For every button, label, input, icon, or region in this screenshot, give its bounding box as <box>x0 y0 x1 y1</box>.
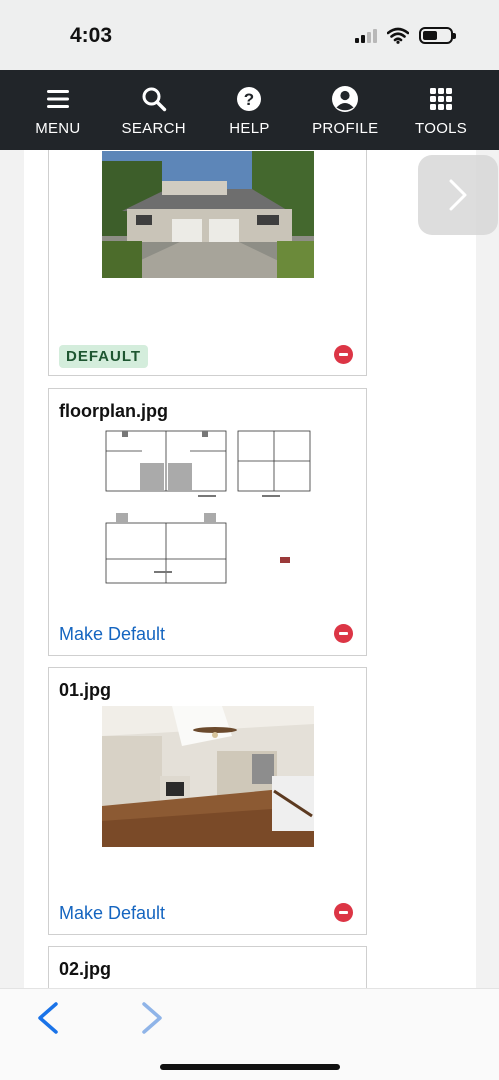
browser-back-button[interactable] <box>34 1001 62 1040</box>
default-badge: DEFAULT <box>59 345 149 368</box>
nav-tools-label: TOOLS <box>415 119 468 137</box>
next-photo-button[interactable] <box>418 155 498 235</box>
photo-list: DEFAULT floorplan.jpg Make Default 01.jp… <box>24 150 476 988</box>
photo-card: 01.jpg Make Default <box>48 667 367 935</box>
wifi-icon <box>387 27 409 44</box>
nav-search-label: SEARCH <box>121 119 186 137</box>
browser-bottom-toolbar <box>0 988 499 1080</box>
remove-photo-button[interactable] <box>334 345 353 364</box>
grid-icon <box>426 84 456 114</box>
photo-filename: 02.jpg <box>59 959 112 979</box>
nav-tools[interactable]: TOOLS <box>396 84 486 137</box>
living-room-photo[interactable] <box>102 706 314 847</box>
chevron-left-icon <box>38 1002 58 1034</box>
photo-filename: floorplan.jpg <box>59 401 168 421</box>
top-navbar: MENU SEARCH ? HELP PROFILE TOOLS <box>0 70 499 150</box>
remove-photo-button[interactable] <box>334 903 353 922</box>
status-icons <box>355 27 456 44</box>
nav-help[interactable]: ? HELP <box>204 84 294 137</box>
battery-icon <box>419 27 456 44</box>
chevron-right-icon <box>142 1002 162 1034</box>
nav-menu-label: MENU <box>35 119 81 137</box>
nav-help-label: HELP <box>229 119 270 137</box>
status-time: 4:03 <box>70 24 113 47</box>
svg-text:?: ? <box>244 90 254 109</box>
nav-menu[interactable]: MENU <box>13 84 103 137</box>
photo-card: 02.jpg <box>48 946 367 988</box>
profile-icon <box>330 84 360 114</box>
house-exterior-photo[interactable] <box>102 151 314 278</box>
chevron-right-icon <box>449 179 467 211</box>
help-icon: ? <box>234 84 264 114</box>
photo-filename: 01.jpg <box>59 680 112 700</box>
cellular-signal-icon <box>355 28 377 43</box>
nav-search[interactable]: SEARCH <box>109 84 199 137</box>
photo-card: floorplan.jpg Make Default <box>48 388 367 656</box>
menu-icon <box>43 84 73 114</box>
search-icon <box>139 84 169 114</box>
status-bar: 4:03 <box>0 0 499 70</box>
nav-profile[interactable]: PROFILE <box>300 84 390 137</box>
make-default-link[interactable]: Make Default <box>59 624 165 645</box>
make-default-link[interactable]: Make Default <box>59 903 165 924</box>
floorplan-drawing[interactable] <box>102 429 314 589</box>
photo-card: DEFAULT <box>48 150 367 376</box>
remove-photo-button[interactable] <box>334 624 353 643</box>
home-indicator <box>160 1064 340 1070</box>
nav-profile-label: PROFILE <box>312 119 379 137</box>
browser-forward-button[interactable] <box>138 1001 166 1040</box>
